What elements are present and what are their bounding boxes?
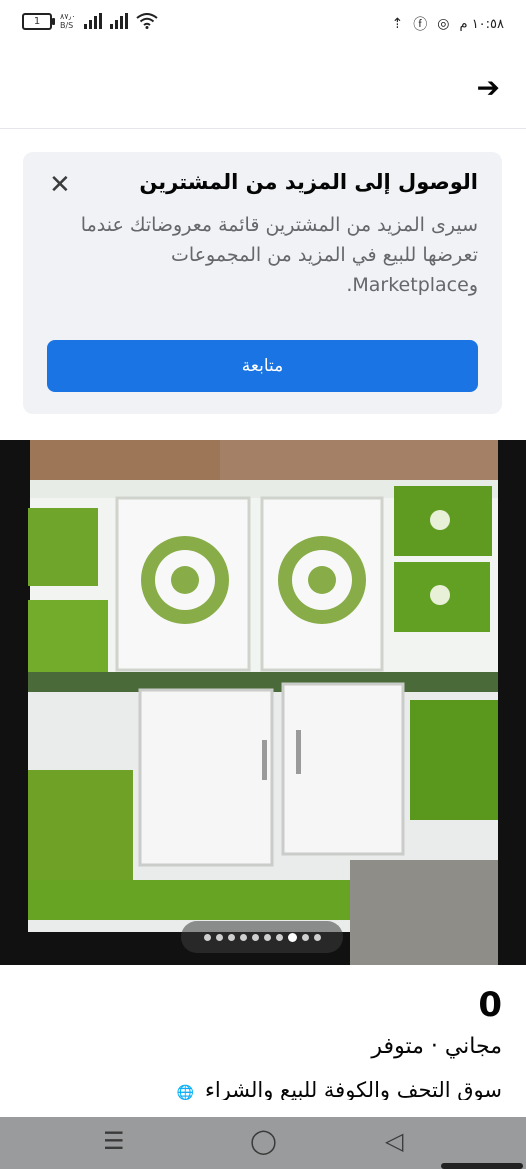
status-left: 1 ٨٧٫٠ B/S: [22, 12, 158, 30]
signal-icon: [83, 13, 102, 29]
battery-level: 1: [33, 15, 41, 27]
globe-icon: 🌐: [176, 1085, 195, 1100]
promo-title: الوصول إلى المزيد من المشترين: [139, 170, 478, 194]
cabinet-image: [0, 440, 526, 965]
back-icon[interactable]: ◁: [385, 1127, 403, 1155]
promo-card: ✕ الوصول إلى المزيد من المشترين سيرى الم…: [23, 152, 502, 414]
wifi-icon: [135, 13, 158, 29]
network-speed: ٨٧٫٠ B/S: [60, 12, 76, 30]
carousel-dot: [239, 933, 247, 941]
signal-icon-2: [109, 13, 128, 29]
carousel-indicator: [181, 921, 343, 953]
carousel-dot: [203, 933, 211, 941]
recent-apps-icon[interactable]: ☰: [103, 1127, 125, 1155]
listing-photo[interactable]: [0, 440, 526, 965]
home-indicator: [441, 1163, 523, 1169]
network-speed-value: ٨٧٫٠: [60, 12, 76, 21]
seller-line[interactable]: سوق التحف والكوفة للبيع والشراء 🌐: [22, 1078, 502, 1100]
carousel-dot-active: [287, 932, 297, 942]
continue-button[interactable]: متابعة: [47, 340, 478, 392]
facebook-icon: ⓕ: [413, 17, 428, 33]
carousel-dot: [275, 933, 283, 941]
seller-name: سوق التحف والكوفة للبيع والشراء: [204, 1078, 502, 1100]
listing-subtitle: مجاني · متوفر: [371, 1034, 502, 1059]
carousel-dot: [313, 933, 321, 941]
top-app-bar: ➔: [0, 50, 526, 129]
close-icon[interactable]: ✕: [49, 172, 71, 198]
status-right: ١٠:٥٨ م ◎ ⓕ ⇡: [392, 14, 504, 34]
network-speed-unit: B/S: [60, 21, 74, 30]
carousel-dot: [227, 933, 235, 941]
home-icon[interactable]: ◯: [250, 1127, 277, 1155]
arrow-right-icon[interactable]: ➔: [477, 74, 500, 102]
system-navigation-bar: ☰ ◯ ◁: [0, 1117, 526, 1169]
promo-body: سيرى المزيد من المشترين قائمة معروضاتك ع…: [80, 214, 478, 296]
listing-price: 0: [478, 985, 502, 1025]
clock: ١٠:٥٨ م: [459, 16, 505, 32]
carousel-dot: [301, 933, 309, 941]
battery-icon: 1: [22, 12, 55, 30]
upload-icon: ⇡: [391, 16, 404, 32]
instagram-icon: ◎: [437, 16, 450, 32]
carousel-dot: [263, 933, 271, 941]
carousel-dot: [251, 933, 259, 941]
status-bar: 1 ٨٧٫٠ B/S ١٠:٥٨ م ◎ ⓕ ⇡: [0, 0, 526, 50]
carousel-dot: [215, 933, 223, 941]
